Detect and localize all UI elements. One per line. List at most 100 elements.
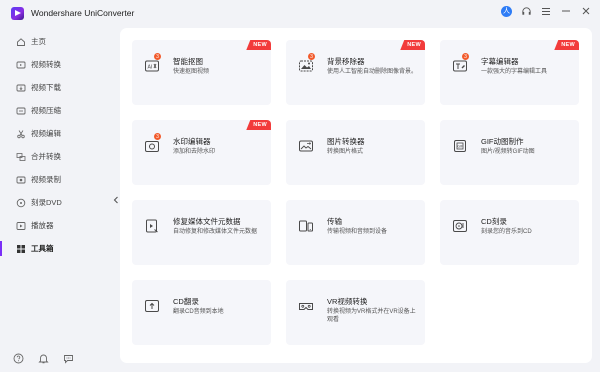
tool-card-smart-trimmer[interactable]: AI 3 智能抠图 快速抠图视频 NEW (132, 40, 271, 105)
scissors-icon (16, 129, 26, 139)
tool-card-transfer[interactable]: 传输 传输视频和音频到设备 (286, 200, 425, 265)
sidebar-item-player[interactable]: 播放器 (0, 214, 110, 237)
tool-description: 转换视频为VR格式并在VR设备上观看 (327, 309, 416, 323)
sidebar-item-video-convert[interactable]: 视频转换 (0, 53, 110, 76)
sidebar-item-home[interactable]: 主页 (0, 30, 110, 53)
tool-description: 快速抠图视频 (173, 69, 210, 75)
vr-converter-icon (298, 298, 314, 314)
cd-burner-icon (452, 218, 468, 234)
tool-title: CD刻录 (481, 217, 507, 226)
sidebar-item-label: 视频下载 (31, 83, 61, 92)
background-remover-icon: 3 (298, 53, 315, 74)
dvd-icon (16, 198, 26, 208)
sidebar-item-dvd[interactable]: 刻录DVD (0, 191, 110, 214)
tool-card-cd-burner[interactable]: CD刻录 刻录您的音乐到CD (440, 200, 579, 265)
app-logo (11, 7, 24, 20)
close-icon[interactable] (580, 5, 592, 17)
sidebar-item-video-edit[interactable]: 视频编辑 (0, 122, 110, 145)
download-icon (16, 83, 26, 93)
new-badge: NEW (400, 40, 425, 50)
tool-description: 转换图片格式 (327, 149, 364, 155)
cd-ripper-icon (144, 298, 160, 314)
compress-icon (16, 106, 26, 116)
app-title: Wondershare UniConverter (31, 8, 135, 18)
tool-description: 自动修复和修改媒体文件元数据 (173, 229, 258, 235)
sidebar-item-label: 主页 (31, 37, 46, 46)
sidebar-item-label: 视频压缩 (31, 106, 61, 115)
player-icon (16, 221, 26, 231)
title-bar: Wondershare UniConverter 人 (0, 0, 600, 28)
toolbox-icon (16, 244, 26, 254)
tool-card-gif-maker[interactable]: GIF GIF动图制作 图片/视频转GIF动图 (440, 120, 579, 185)
notification-dot: 3 (154, 53, 161, 60)
menu-icon[interactable] (540, 5, 552, 17)
feedback-icon[interactable] (62, 352, 74, 364)
tool-description: 翻录CD音频到本地 (173, 309, 224, 315)
sidebar-footer (12, 352, 74, 364)
merge-icon (16, 152, 26, 162)
tool-title: VR视频转换 (327, 297, 368, 306)
tool-card-background-remover[interactable]: 3 背景移除器 使用人工智能自动删除图像背景。 NEW (286, 40, 425, 105)
help-icon[interactable] (12, 352, 24, 364)
tool-card-image-converter[interactable]: 图片转换器 转换图片格式 (286, 120, 425, 185)
sidebar-item-label: 视频编辑 (31, 129, 61, 138)
tool-title: 水印编辑器 (173, 137, 211, 146)
convert-icon (16, 60, 26, 70)
sidebar-item-label: 视频录制 (31, 175, 61, 184)
sidebar-item-label: 合并转换 (31, 152, 61, 161)
sidebar-item-toolbox[interactable]: 工具箱 (0, 237, 110, 260)
notification-dot: 3 (154, 133, 161, 140)
bell-icon[interactable] (37, 352, 49, 364)
transfer-icon (298, 218, 314, 234)
tool-title: CD翻录 (173, 297, 199, 306)
fix-metadata-icon (144, 218, 160, 234)
collapse-sidebar-handle[interactable] (111, 192, 120, 208)
tool-grid: AI 3 智能抠图 快速抠图视频 NEW 3 背景移除器 使用人工智能自动删除图… (132, 40, 592, 345)
headset-icon[interactable] (520, 5, 532, 17)
sidebar: 主页 视频转换 视频下载 视频压缩 视频编辑 合并转换 视频录制 刻录DVD 播… (0, 30, 110, 372)
sidebar-item-label: 视频转换 (31, 60, 61, 69)
tool-description: 刻录您的音乐到CD (481, 229, 532, 235)
tool-card-subtitle-editor[interactable]: 3 字幕编辑器 一款强大的字幕编辑工具 NEW (440, 40, 579, 105)
home-icon (16, 37, 26, 47)
record-icon (16, 175, 26, 185)
image-converter-icon (298, 138, 314, 154)
svg-text:AI: AI (148, 65, 153, 71)
watermark-editor-icon: 3 (144, 133, 161, 154)
tool-description: 图片/视频转GIF动图 (481, 149, 535, 155)
sidebar-item-label: 播放器 (31, 221, 54, 230)
sidebar-item-label: 刻录DVD (31, 198, 62, 207)
tool-description: 传输视频和音频到设备 (327, 229, 388, 235)
sidebar-item-label: 工具箱 (31, 244, 54, 253)
tool-description: 一款强大的字幕编辑工具 (481, 69, 548, 75)
ai-portrait-icon: AI 3 (144, 53, 161, 74)
tool-title: 修复媒体文件元数据 (173, 217, 241, 226)
sidebar-item-merge[interactable]: 合并转换 (0, 145, 110, 168)
tool-description: 使用人工智能自动删除图像背景。 (327, 69, 418, 75)
sidebar-item-record[interactable]: 视频录制 (0, 168, 110, 191)
minimize-icon[interactable] (560, 5, 572, 17)
new-badge: NEW (554, 40, 579, 50)
sidebar-item-video-compress[interactable]: 视频压缩 (0, 99, 110, 122)
tool-card-cd-ripper[interactable]: CD翻录 翻录CD音频到本地 (132, 280, 271, 345)
toolbox-panel: AI 3 智能抠图 快速抠图视频 NEW 3 背景移除器 使用人工智能自动删除图… (120, 28, 592, 363)
tool-title: 字幕编辑器 (481, 57, 519, 66)
new-badge: NEW (246, 120, 271, 130)
tool-title: 背景移除器 (327, 57, 365, 66)
tool-description: 添加和去除水印 (173, 149, 216, 155)
tool-card-vr-converter[interactable]: VR视频转换 转换视频为VR格式并在VR设备上观看 (286, 280, 425, 345)
tool-title: 智能抠图 (173, 57, 203, 66)
title-bar-controls: 人 (501, 5, 592, 17)
notification-dot: 3 (462, 53, 469, 60)
notification-dot: 3 (308, 53, 315, 60)
sidebar-item-video-download[interactable]: 视频下载 (0, 76, 110, 99)
tool-card-watermark-editor[interactable]: 3 水印编辑器 添加和去除水印 NEW (132, 120, 271, 185)
chevron-left-icon (113, 196, 118, 204)
user-avatar[interactable]: 人 (501, 5, 512, 17)
svg-text:GIF: GIF (457, 145, 463, 149)
tool-card-fix-metadata[interactable]: 修复媒体文件元数据 自动修复和修改媒体文件元数据 (132, 200, 271, 265)
new-badge: NEW (246, 40, 271, 50)
tool-title: GIF动图制作 (481, 137, 524, 146)
gif-maker-icon: GIF (452, 138, 468, 154)
subtitle-editor-icon: 3 (452, 53, 469, 74)
